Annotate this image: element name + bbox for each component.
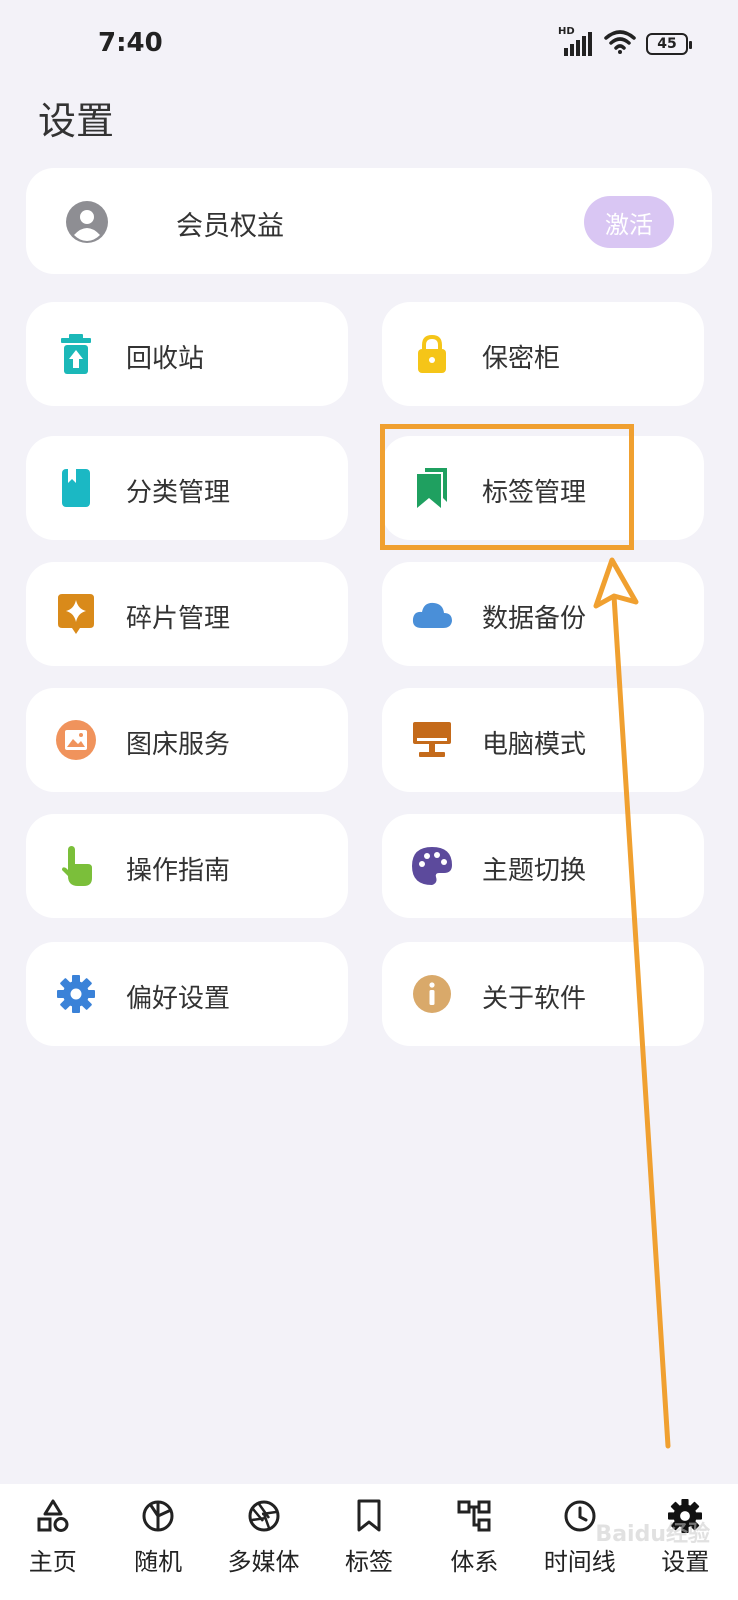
preferences-item[interactable]: 偏好设置 [26,942,348,1046]
tag-management-item[interactable]: 标签管理 [382,436,704,540]
fragment-management-label: 碎片管理 [126,604,231,634]
nav-multimedia[interactable]: 多媒体 [211,1484,316,1600]
battery-indicator: 45 [646,33,692,55]
aperture-icon [244,1496,284,1536]
avatar-icon [66,201,108,247]
recycle-bin-icon [56,334,96,374]
info-icon [412,974,452,1014]
home-shapes-icon [33,1496,73,1536]
about-app-label: 关于软件 [482,984,587,1014]
recycle-bin-label: 回收站 [126,344,205,374]
safe-box-label: 保密柜 [482,344,561,374]
member-benefits-label: 会员权益 [176,211,284,242]
wifi-icon [604,30,636,58]
category-management-label: 分类管理 [126,478,231,508]
tag-management-label: 标签管理 [482,478,587,508]
bookmark-icon [412,468,452,508]
nav-home[interactable]: 主页 [0,1484,105,1600]
random-icon [138,1496,178,1536]
network-label: HD [558,26,575,37]
clock-icon [560,1496,600,1536]
activate-button[interactable]: 激活 [584,196,674,248]
nav-tags[interactable]: 标签 [316,1484,421,1600]
data-backup-item[interactable]: 数据备份 [382,562,704,666]
user-guide-label: 操作指南 [126,856,231,886]
theme-switch-item[interactable]: 主题切换 [382,814,704,918]
watermark: Baidu经验 [595,1522,710,1547]
bookmark-outline-icon [349,1496,389,1536]
theme-switch-label: 主题切换 [482,856,587,886]
desktop-mode-item[interactable]: 电脑模式 [382,688,704,792]
status-time: 7:40 [98,28,163,58]
desktop-mode-label: 电脑模式 [482,730,587,760]
image-host-label: 图床服务 [126,730,231,760]
nav-home-label: 主页 [28,1548,77,1576]
desktop-icon [412,720,452,760]
sparkle-icon [56,594,96,634]
preferences-label: 偏好设置 [126,984,231,1014]
image-host-item[interactable]: 图床服务 [26,688,348,792]
book-icon [56,468,96,508]
touch-icon [56,846,96,886]
page-title: 设置 [38,99,115,143]
nav-multimedia-label: 多媒体 [227,1548,300,1576]
category-management-item[interactable]: 分类管理 [26,436,348,540]
nav-system[interactable]: 体系 [422,1484,527,1600]
about-app-item[interactable]: 关于软件 [382,942,704,1046]
nav-random[interactable]: 随机 [106,1484,211,1600]
nav-system-label: 体系 [450,1548,499,1576]
image-icon [56,720,96,760]
user-guide-item[interactable]: 操作指南 [26,814,348,918]
signal-icon: HD [558,26,594,56]
nav-tags-label: 标签 [344,1548,393,1576]
lock-icon [412,334,452,374]
safe-box-item[interactable]: 保密柜 [382,302,704,406]
cloud-icon [412,594,452,634]
nav-random-label: 随机 [134,1548,183,1576]
fragment-management-item[interactable]: 碎片管理 [26,562,348,666]
data-backup-label: 数据备份 [482,604,587,634]
status-bar: 7:40 HD 45 [0,0,738,84]
hierarchy-icon [454,1496,494,1536]
recycle-bin-item[interactable]: 回收站 [26,302,348,406]
palette-icon [412,846,452,886]
gear-icon [56,974,96,1014]
status-icons: HD 45 [558,26,692,58]
member-benefits-card[interactable]: 会员权益 激活 [26,168,712,274]
